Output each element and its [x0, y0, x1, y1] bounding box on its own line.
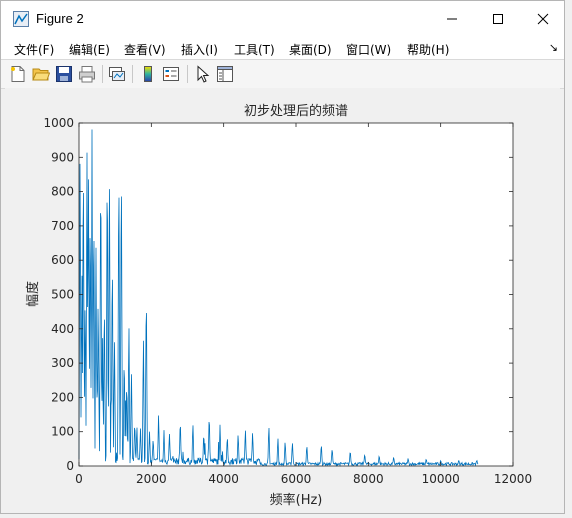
link-plot-icon[interactable] [108, 65, 126, 83]
y-tick-label: 900 [51, 150, 74, 164]
print-icon[interactable] [78, 65, 96, 83]
y-tick-label: 800 [51, 185, 74, 199]
y-tick-label: 0 [66, 459, 74, 473]
y-tick-label: 300 [51, 356, 74, 370]
y-tick-label: 600 [51, 253, 74, 267]
x-tick-label: 0 [75, 472, 83, 486]
figure-window: Figure 2 文件(F) 编辑(E) 查看(V) 插入(I) 工具(T) 桌… [0, 0, 565, 514]
close-button[interactable] [520, 1, 566, 37]
y-tick-label: 400 [51, 322, 74, 336]
x-tick-label: 2000 [136, 472, 167, 486]
new-figure-icon[interactable] [9, 65, 27, 83]
menu-tools[interactable]: 工具(T) [234, 41, 275, 58]
matlab-figure-icon [13, 11, 29, 27]
menu-overflow-arrow-icon[interactable]: ↘ [549, 41, 558, 54]
x-tick-label: 12000 [494, 472, 532, 486]
y-tick-label: 500 [51, 288, 74, 302]
minimize-button[interactable] [429, 1, 475, 37]
window-title: Figure 2 [36, 11, 84, 26]
x-axis-label: 频率(Hz) [270, 492, 323, 508]
menu-file[interactable]: 文件(F) [14, 41, 54, 58]
x-tick-label: 6000 [281, 472, 312, 486]
x-tick-label: 4000 [208, 472, 239, 486]
menu-edit[interactable]: 编辑(E) [69, 41, 110, 58]
y-tick-label: 100 [51, 425, 74, 439]
insert-colorbar-icon[interactable] [139, 65, 157, 83]
menu-view[interactable]: 查看(V) [124, 41, 166, 58]
chart-title: 初步处理后的频谱 [244, 103, 348, 119]
spectrum-plot[interactable]: 0 2000 4000 6000 8000 10000 12000 0 100 200 300 400… [5, 88, 562, 510]
save-icon[interactable] [55, 65, 73, 83]
menu-bar: 文件(F) 编辑(E) 查看(V) 插入(I) 工具(T) 桌面(D) 窗口(W… [1, 37, 564, 59]
close-icon [537, 13, 549, 25]
figure-canvas: 0 2000 4000 6000 8000 10000 12000 0 100 200 300 400… [5, 88, 560, 509]
insert-legend-icon[interactable] [162, 65, 180, 83]
property-inspector-icon[interactable] [216, 65, 234, 83]
y-tick-label: 1000 [43, 116, 74, 130]
figure-toolbar [1, 59, 564, 89]
edit-plot-icon[interactable] [194, 65, 212, 83]
menu-window[interactable]: 窗口(W) [346, 41, 391, 58]
open-file-icon[interactable] [32, 65, 50, 83]
toolbar-separator [102, 65, 103, 83]
toolbar-separator [132, 65, 133, 83]
title-bar[interactable]: Figure 2 [1, 1, 564, 37]
y-axis-label: 幅度 [25, 281, 41, 307]
maximize-button[interactable] [475, 1, 521, 37]
menu-insert[interactable]: 插入(I) [181, 41, 218, 58]
toolbar-separator [187, 65, 188, 83]
x-tick-label: 8000 [353, 472, 384, 486]
menu-help[interactable]: 帮助(H) [407, 41, 449, 58]
y-tick-label: 700 [51, 219, 74, 233]
y-tick-label: 200 [51, 390, 74, 404]
x-tick-label: 10000 [422, 472, 460, 486]
menu-desktop[interactable]: 桌面(D) [289, 41, 332, 58]
minimize-icon [447, 18, 457, 20]
maximize-icon [493, 14, 503, 24]
